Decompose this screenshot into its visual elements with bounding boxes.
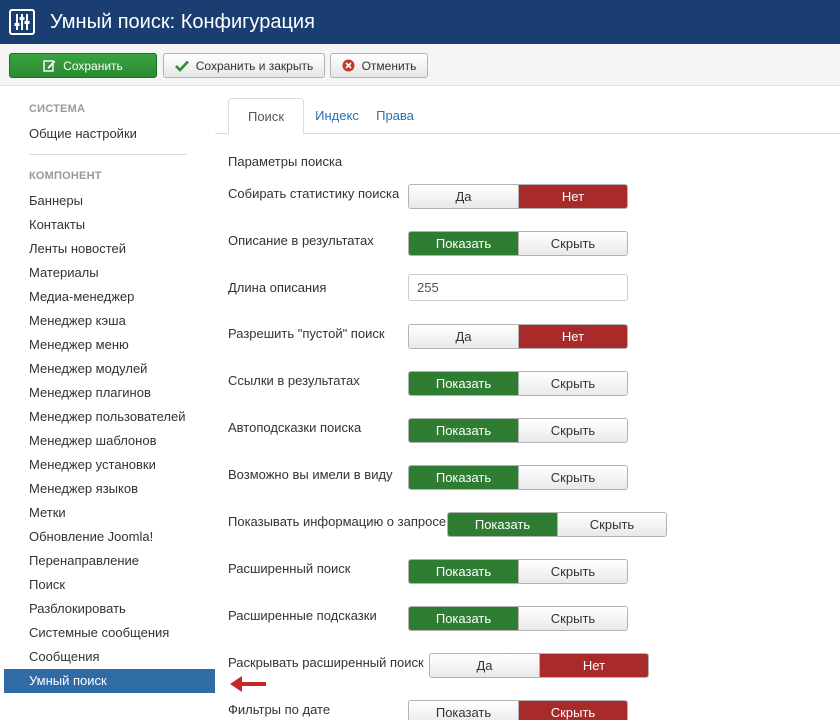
sidebar-item[interactable]: Перенаправление bbox=[4, 549, 215, 573]
field-label: Расширенные подсказки bbox=[228, 608, 377, 623]
sidebar-item[interactable]: Разблокировать bbox=[4, 597, 215, 621]
check-icon bbox=[174, 60, 189, 72]
toggle-option-second[interactable]: Нет bbox=[518, 325, 627, 348]
sidebar-item[interactable]: Системные сообщения bbox=[4, 621, 215, 645]
sidebar-item[interactable]: Сообщения bbox=[4, 645, 215, 669]
toggle-option-first[interactable]: Показать bbox=[409, 419, 518, 442]
toggle-option-second[interactable]: Нет bbox=[518, 185, 627, 208]
sidebar-item[interactable]: Менеджер меню bbox=[4, 333, 215, 357]
save-button-label: Сохранить bbox=[63, 58, 123, 73]
field-label: Автоподсказки поиска bbox=[228, 420, 362, 435]
toggle-option-first[interactable]: Да bbox=[409, 325, 518, 348]
sidebar-item[interactable]: Поиск bbox=[4, 573, 215, 597]
field-label: Раскрывать расширенный поиск bbox=[228, 655, 424, 670]
page-header: Умный поиск: Конфигурация bbox=[0, 0, 840, 44]
sidebar-item[interactable]: Менеджер модулей bbox=[4, 357, 215, 381]
toggle-option-second[interactable]: Скрыть bbox=[518, 232, 627, 255]
toggle-option-first[interactable]: Да bbox=[409, 185, 518, 208]
cancel-button-label: Отменить bbox=[361, 58, 417, 73]
sidebar-divider bbox=[29, 154, 187, 155]
toggle-option-second[interactable]: Нет bbox=[539, 654, 648, 677]
toggle-option-second[interactable]: Скрыть bbox=[557, 513, 666, 536]
toggle-option-first[interactable]: Показать bbox=[409, 372, 518, 395]
toggle-group: Показать Скрыть bbox=[447, 512, 667, 537]
toggle-option-second[interactable]: Скрыть bbox=[518, 372, 627, 395]
sliders-icon bbox=[9, 9, 35, 35]
save-and-close-button[interactable]: Сохранить и закрыть bbox=[163, 53, 325, 78]
tab-index[interactable]: Индекс bbox=[304, 98, 370, 134]
tab-search[interactable]: Поиск bbox=[228, 98, 304, 135]
toggle-group: Показать Скрыть bbox=[408, 418, 628, 443]
field-label: Расширенный поиск bbox=[228, 561, 351, 576]
tab-bar: Поиск Индекс Права bbox=[215, 98, 840, 135]
toggle-group: Показать Скрыть bbox=[408, 559, 628, 584]
field-label: Собирать статистику поиска bbox=[228, 186, 400, 201]
toggle-option-first[interactable]: Показать bbox=[409, 232, 518, 255]
sidebar-item-general-settings[interactable]: Общие настройки bbox=[4, 122, 215, 146]
sidebar: СИСТЕМА Общие настройки КОМПОНЕНТ Баннер… bbox=[0, 86, 215, 720]
field-label: Описание в результатах bbox=[228, 233, 374, 248]
toggle-group: Показать Скрыть bbox=[408, 231, 628, 256]
sidebar-item[interactable]: Медиа-менеджер bbox=[4, 285, 215, 309]
field-label: Ссылки в результатах bbox=[228, 373, 360, 388]
toggle-option-first[interactable]: Показать bbox=[409, 466, 518, 489]
toggle-group: Да Нет bbox=[408, 324, 628, 349]
sidebar-item[interactable]: Менеджер установки bbox=[4, 453, 215, 477]
field-label: Фильтры по дате bbox=[228, 702, 331, 717]
toggle-group: Показать Скрыть bbox=[408, 371, 628, 396]
section-title: Параметры поиска bbox=[228, 154, 343, 169]
field-label: Показывать информацию о запросе bbox=[228, 514, 447, 529]
sidebar-item[interactable]: Умный поиск bbox=[4, 669, 215, 693]
cancel-circle-icon bbox=[342, 59, 355, 72]
toggle-option-first[interactable]: Показать bbox=[409, 560, 518, 583]
toggle-option-second[interactable]: Скрыть bbox=[518, 419, 627, 442]
save-and-close-label: Сохранить и закрыть bbox=[195, 58, 314, 73]
toggle-option-second[interactable]: Скрыть bbox=[518, 560, 627, 583]
sidebar-item[interactable]: Баннеры bbox=[4, 189, 215, 213]
description-length-input[interactable]: 255 bbox=[408, 274, 628, 301]
sidebar-item[interactable]: Менеджер кэша bbox=[4, 309, 215, 333]
sidebar-item[interactable]: Контакты bbox=[4, 213, 215, 237]
cancel-button[interactable]: Отменить bbox=[330, 53, 428, 78]
toggle-group: Да Нет bbox=[408, 184, 628, 209]
toggle-group: Показать Скрыть bbox=[408, 465, 628, 490]
tab-permissions[interactable]: Права bbox=[370, 98, 420, 134]
toggle-group: Показать Скрыть bbox=[408, 606, 628, 631]
toggle-group: Да Нет bbox=[429, 653, 649, 678]
toggle-group: Показать Скрыть bbox=[408, 700, 628, 720]
sidebar-item[interactable]: Менеджер шаблонов bbox=[4, 429, 215, 453]
sidebar-item[interactable]: Ленты новостей bbox=[4, 237, 215, 261]
toggle-option-second[interactable]: Скрыть bbox=[518, 701, 627, 720]
field-label: Длина описания bbox=[228, 280, 327, 295]
toolbar: Сохранить Сохранить и закрыть Отменить bbox=[0, 44, 840, 86]
toggle-option-first[interactable]: Показать bbox=[409, 607, 518, 630]
sidebar-section-component: КОМПОНЕНТ bbox=[29, 170, 102, 182]
toggle-option-second[interactable]: Скрыть bbox=[518, 466, 627, 489]
edit-icon bbox=[43, 59, 56, 72]
toggle-option-first[interactable]: Да bbox=[430, 654, 539, 677]
toggle-option-second[interactable]: Скрыть bbox=[518, 607, 627, 630]
toggle-option-first[interactable]: Показать bbox=[448, 513, 557, 536]
sidebar-item[interactable]: Метки bbox=[4, 501, 215, 525]
save-button[interactable]: Сохранить bbox=[9, 53, 157, 78]
toggle-option-first[interactable]: Показать bbox=[409, 701, 518, 720]
field-label: Возможно вы имели в виду bbox=[228, 467, 393, 482]
field-label: Разрешить "пустой" поиск bbox=[228, 326, 385, 341]
sidebar-item[interactable]: Менеджер языков bbox=[4, 477, 215, 501]
sidebar-item[interactable]: Обновление Joomla! bbox=[4, 525, 215, 549]
sidebar-item[interactable]: Материалы bbox=[4, 261, 215, 285]
page-title: Умный поиск: Конфигурация bbox=[50, 10, 315, 33]
sidebar-item[interactable]: Менеджер плагинов bbox=[4, 381, 215, 405]
sidebar-item[interactable]: Менеджер пользователей bbox=[4, 405, 215, 429]
sidebar-section-system: СИСТЕМА bbox=[29, 103, 86, 115]
arrow-left-icon bbox=[230, 676, 266, 692]
